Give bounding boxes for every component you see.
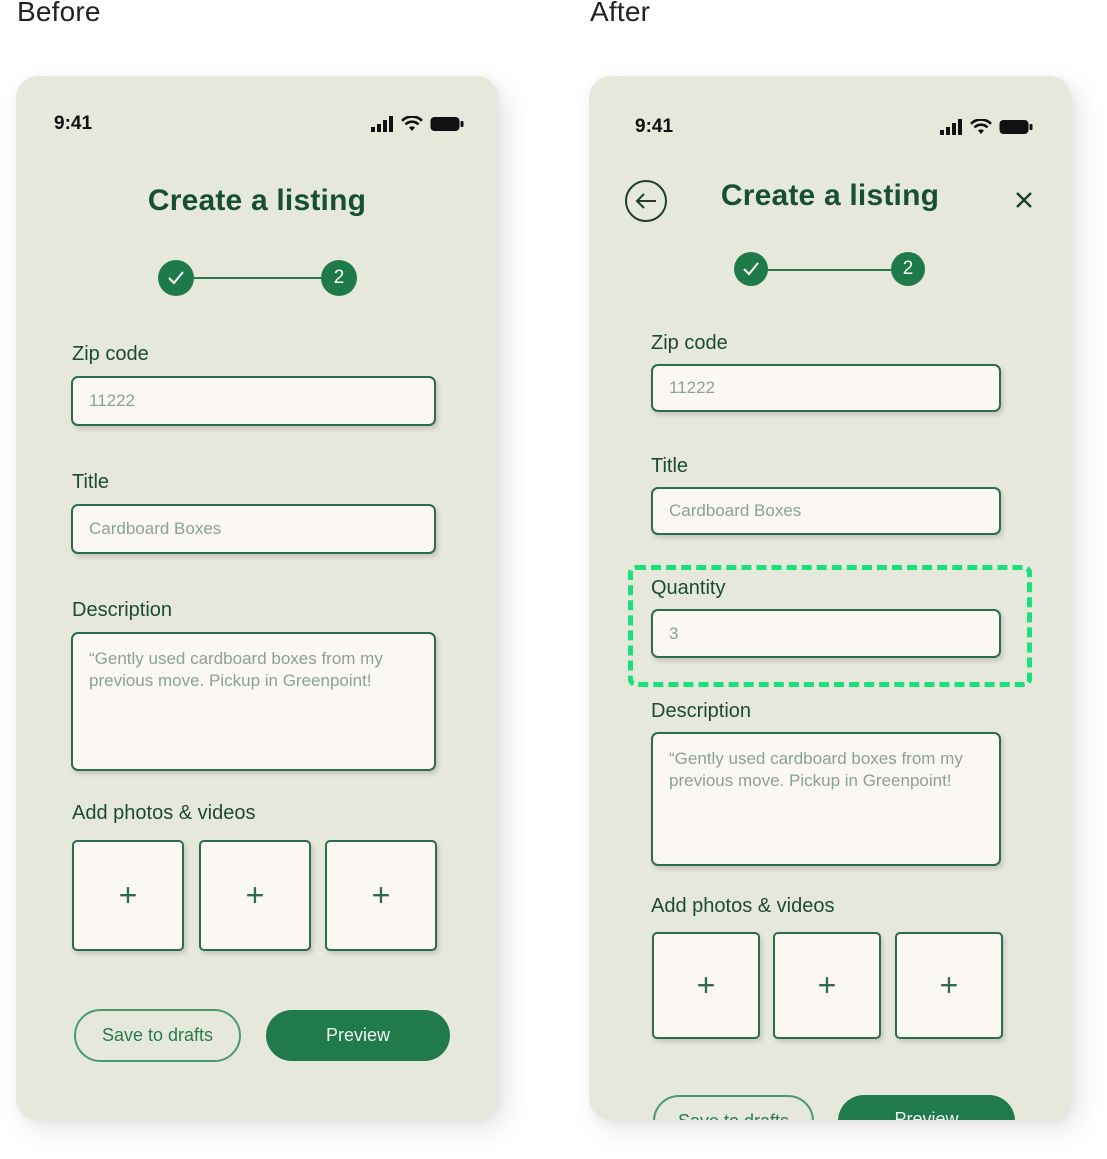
quantity-label: Quantity xyxy=(651,577,726,599)
save-to-drafts-button[interactable]: Save to drafts xyxy=(653,1095,814,1120)
preview-button[interactable]: Preview xyxy=(838,1095,1015,1120)
photos-label: Add photos & videos xyxy=(651,895,835,917)
battery-icon xyxy=(999,120,1033,134)
description-label: Description xyxy=(72,599,173,621)
add-photo-button-2[interactable]: + xyxy=(773,932,881,1039)
title-input[interactable]: Cardboard Boxes xyxy=(71,504,436,554)
after-caption: After xyxy=(590,0,651,27)
add-photo-button-2[interactable]: + xyxy=(199,840,311,951)
stepper-line xyxy=(192,277,322,279)
description-label: Description xyxy=(651,700,752,722)
description-textarea[interactable]: “Gently used cardboard boxes from my pre… xyxy=(651,732,1001,866)
zip-label: Zip code xyxy=(651,332,728,354)
after-phone-screen: 9:41 Create a listing 2 Zip code 11222 T… xyxy=(589,76,1071,1120)
close-button[interactable] xyxy=(1013,189,1035,211)
wifi-icon xyxy=(401,116,423,131)
description-textarea[interactable]: “Gently used cardboard boxes from my pre… xyxy=(71,632,436,771)
signal-icon xyxy=(371,116,393,132)
before-caption: Before xyxy=(17,0,101,27)
page-title: Create a listing xyxy=(147,184,367,217)
zip-input[interactable]: 11222 xyxy=(71,376,436,426)
title-label: Title xyxy=(651,455,689,477)
step-2-current: 2 xyxy=(321,260,357,296)
wifi-icon xyxy=(970,119,992,134)
photos-label: Add photos & videos xyxy=(72,802,256,824)
add-photo-button-3[interactable]: + xyxy=(895,932,1003,1039)
status-bar-icons xyxy=(939,119,1033,135)
signal-icon xyxy=(940,119,962,135)
zip-input[interactable]: 11222 xyxy=(651,364,1001,412)
status-time: 9:41 xyxy=(635,116,674,137)
preview-button[interactable]: Preview xyxy=(266,1010,450,1061)
page-title: Create a listing xyxy=(720,179,940,212)
before-phone-screen: 9:41 Create a listing 2 Zip code 11222 T… xyxy=(16,76,498,1120)
battery-icon xyxy=(430,117,464,131)
status-time: 9:41 xyxy=(54,113,93,134)
progress-stepper: 2 xyxy=(734,252,926,288)
step-1-completed xyxy=(158,260,194,296)
add-photo-button-1[interactable]: + xyxy=(652,932,760,1039)
save-to-drafts-button[interactable]: Save to drafts xyxy=(74,1009,241,1062)
add-photo-button-3[interactable]: + xyxy=(325,840,437,951)
title-input[interactable]: Cardboard Boxes xyxy=(651,487,1001,535)
step-2-current: 2 xyxy=(891,252,925,286)
close-icon xyxy=(1016,192,1032,208)
add-photo-button-1[interactable]: + xyxy=(72,840,184,951)
zip-label: Zip code xyxy=(72,343,149,365)
checkmark-icon xyxy=(168,271,184,285)
quantity-input[interactable]: 3 xyxy=(651,609,1001,658)
step-1-completed xyxy=(734,252,768,286)
progress-stepper: 2 xyxy=(158,260,357,296)
checkmark-icon xyxy=(743,262,759,276)
status-bar-icons xyxy=(370,116,464,132)
stepper-line xyxy=(766,269,894,271)
title-label: Title xyxy=(72,471,110,493)
